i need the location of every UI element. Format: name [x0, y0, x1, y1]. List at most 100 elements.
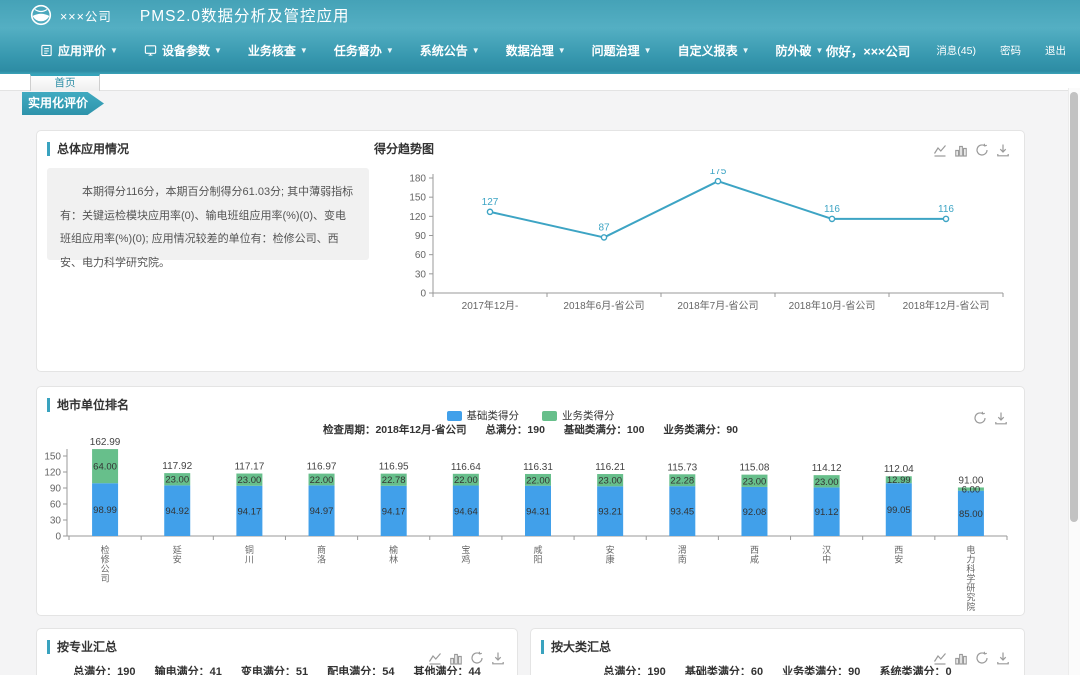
stat: 总满分：190	[603, 666, 665, 675]
top-bar: ×××公司 PMS2.0数据分析及管控应用	[0, 0, 1080, 30]
svg-text:87: 87	[598, 222, 610, 233]
ranking-bar-chart: 0 30 60 90 120 150 162.99 64.00 98.99 检修公司 117.92 2…	[45, 431, 1020, 615]
nav-label: 设备参数	[162, 42, 210, 59]
svg-text:30: 30	[50, 516, 62, 527]
svg-text:120: 120	[409, 212, 426, 223]
messages-link[interactable]: 消息(45)	[936, 43, 976, 58]
category-title: 按大类汇总	[541, 640, 611, 654]
trend-toolbox	[926, 143, 1010, 157]
bar-chart-icon[interactable]	[954, 143, 968, 157]
chevron-down-icon: ▼	[110, 46, 118, 55]
tab-home[interactable]: 首页	[30, 74, 100, 91]
nav-item-data-governance[interactable]: 数据治理▼	[506, 42, 566, 59]
svg-text:116.97: 116.97	[307, 462, 337, 473]
nav-item-system-notice[interactable]: 系统公告▼	[420, 42, 480, 59]
svg-text:0: 0	[55, 532, 61, 543]
nav-item-business-check[interactable]: 业务核查▼	[248, 42, 308, 59]
svg-text:2018年7月-省公司: 2018年7月-省公司	[677, 299, 758, 312]
stat: 其他满分：44	[414, 666, 481, 675]
nav-label: 防外破	[776, 42, 812, 59]
svg-text:85.00: 85.00	[959, 509, 983, 520]
stat: 业务类满分：90	[782, 666, 860, 675]
svg-text:116.21: 116.21	[595, 462, 625, 473]
legend-item-base[interactable]: 基础类得分	[447, 408, 520, 423]
chevron-down-icon: ▼	[300, 46, 308, 55]
svg-text:榆林: 榆林	[389, 544, 398, 565]
nav-item-custom-report[interactable]: 自定义报表 ▼	[678, 42, 750, 59]
nav-item-issue-governance[interactable]: 问题治理▼	[592, 42, 652, 59]
svg-text:22.00: 22.00	[454, 475, 478, 486]
section-badge: 实用化评价	[22, 92, 104, 115]
svg-text:2018年10月-省公司: 2018年10月-省公司	[789, 299, 876, 312]
page: ×××公司 PMS2.0数据分析及管控应用 应用评价▼ 设备参数▼ 业务核查▼ …	[0, 0, 1080, 675]
svg-text:23.00: 23.00	[743, 476, 767, 487]
svg-text:115.73: 115.73	[667, 462, 697, 473]
svg-text:商洛: 商洛	[317, 544, 326, 565]
stat: 基础类满分：60	[685, 666, 763, 675]
svg-text:22.28: 22.28	[670, 476, 694, 487]
svg-text:150: 150	[45, 452, 61, 463]
nav-item-external-damage[interactable]: 防外破▼	[776, 42, 824, 59]
svg-text:93.45: 93.45	[670, 507, 694, 518]
legend-swatch-biz	[542, 411, 557, 421]
legend-item-biz[interactable]: 业务类得分	[542, 408, 615, 423]
download-icon[interactable]	[994, 411, 1008, 425]
download-icon[interactable]	[996, 143, 1010, 157]
specialty-title: 按专业汇总	[47, 640, 117, 654]
logout-link[interactable]: 退出	[1045, 43, 1066, 58]
svg-text:90: 90	[415, 231, 427, 242]
svg-text:渭南: 渭南	[678, 545, 687, 565]
svg-text:117.92: 117.92	[162, 461, 192, 472]
refresh-icon[interactable]	[975, 143, 989, 157]
svg-text:60: 60	[50, 500, 62, 511]
password-link[interactable]: 密码	[1000, 43, 1021, 58]
svg-text:60: 60	[415, 250, 427, 261]
svg-text:6.00: 6.00	[962, 485, 981, 496]
svg-text:西安: 西安	[894, 545, 903, 565]
nav-item-app-eval[interactable]: 应用评价▼	[40, 42, 118, 59]
svg-text:180: 180	[409, 174, 426, 185]
svg-text:23.00: 23.00	[598, 476, 622, 487]
nav-label: 自定义报表	[678, 42, 738, 59]
doc-icon	[40, 44, 53, 57]
svg-text:90: 90	[50, 484, 62, 495]
category-panel: 按大类汇总 总满分：190 基础类满分：60 业务类满分：90 系统类满分：0	[530, 628, 1025, 675]
svg-text:114.12: 114.12	[812, 463, 842, 474]
svg-text:115.08: 115.08	[740, 463, 770, 474]
nav-item-task-supervision[interactable]: 任务督办▼	[334, 42, 394, 59]
stat: 总满分：190	[73, 666, 135, 675]
svg-text:98.99: 98.99	[93, 505, 117, 516]
svg-text:162.99: 162.99	[90, 437, 121, 448]
svg-text:94.97: 94.97	[310, 506, 334, 517]
svg-text:12.99: 12.99	[887, 475, 911, 486]
user-greeting: 你好，×××公司	[826, 41, 910, 60]
svg-text:116.95: 116.95	[379, 462, 409, 473]
overview-summary: 本期得分116分，本期百分制得分61.03分; 其中薄弱指标有：关键运检模块应用…	[47, 168, 369, 260]
scrollbar-thumb[interactable]	[1070, 92, 1078, 522]
svg-text:117.17: 117.17	[234, 462, 264, 473]
svg-text:23.00: 23.00	[165, 475, 189, 486]
svg-text:30: 30	[415, 269, 427, 280]
nav-item-device-params[interactable]: 设备参数▼	[144, 42, 222, 59]
svg-text:127: 127	[482, 197, 499, 208]
company-logo-icon	[30, 4, 52, 26]
svg-text:116: 116	[938, 204, 954, 215]
svg-text:120: 120	[45, 468, 61, 479]
svg-text:23.00: 23.00	[237, 475, 261, 486]
svg-text:检修公司: 检修公司	[101, 544, 110, 584]
svg-text:112.04: 112.04	[884, 464, 914, 475]
svg-text:咸阳: 咸阳	[533, 544, 542, 565]
tab-bar: 首页	[0, 74, 1080, 91]
ranking-toolbox	[966, 411, 1008, 425]
svg-text:铜川: 铜川	[245, 544, 254, 565]
svg-text:22.78: 22.78	[382, 475, 406, 486]
svg-text:64.00: 64.00	[93, 462, 117, 473]
chevron-down-icon: ▼	[742, 46, 750, 55]
svg-text:92.08: 92.08	[743, 507, 767, 518]
trend-line-chart: 03060901201501801272017年12月-872018年6月-省公…	[396, 169, 1026, 339]
line-chart-icon[interactable]	[933, 143, 947, 157]
refresh-icon[interactable]	[973, 411, 987, 425]
svg-text:94.31: 94.31	[526, 506, 550, 517]
overview-title: 总体应用情况	[47, 142, 129, 156]
svg-text:116.31: 116.31	[523, 462, 553, 473]
